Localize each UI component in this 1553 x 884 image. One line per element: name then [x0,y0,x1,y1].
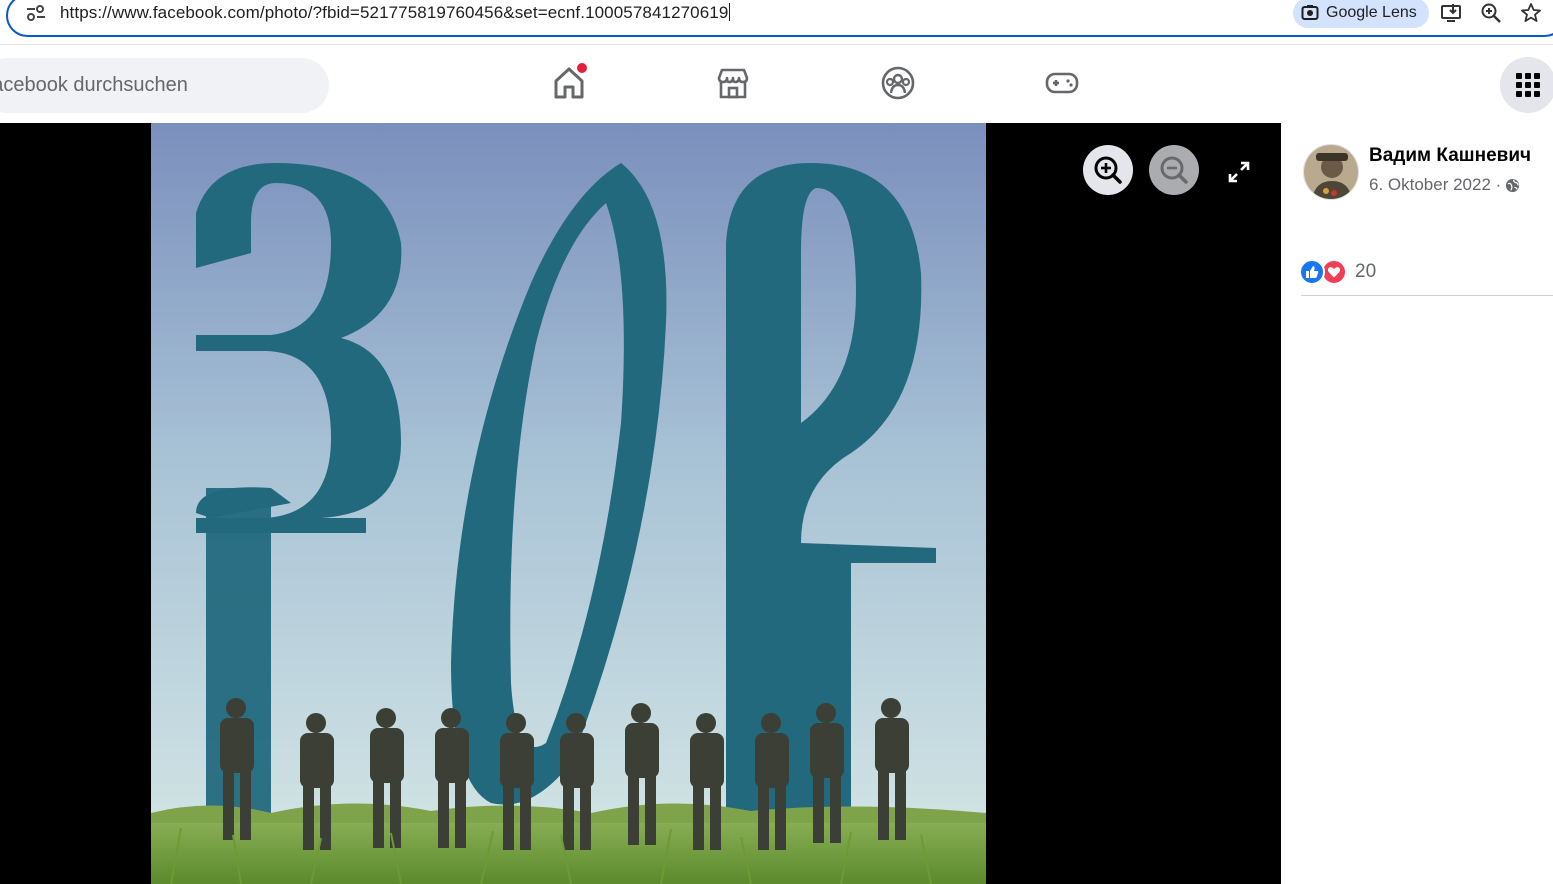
post-date-text[interactable]: 6. Oktober 2022 · [1369,175,1501,195]
zoom-out-button[interactable] [1149,145,1199,195]
reaction-count: 20 [1355,261,1377,282]
author-name[interactable]: Вадим Кашневич [1369,145,1531,167]
zoom-in-button[interactable] [1083,145,1133,195]
menu-grid-icon [1516,73,1540,97]
address-bar[interactable]: https://www.facebook.com/photo/?fbid=521… [6,0,1553,37]
notification-dot [577,63,587,73]
groups-icon [881,66,915,100]
google-lens-button[interactable]: Google Lens [1293,0,1429,28]
globe-icon [1506,178,1520,192]
avatar-image [1304,145,1358,199]
post-details-panel: Вадим Кашневич 6. Oktober 2022 · 20 [1281,123,1553,884]
tab-groups[interactable] [880,65,916,101]
tab-marketplace[interactable] [715,65,751,101]
reactions-summary[interactable]: 20 [1299,259,1376,285]
facebook-top-nav: Facebook durchsuchen [0,44,1553,123]
like-icon [1299,259,1325,285]
zoom-icon[interactable] [1480,2,1502,24]
zoom-out-icon [1160,156,1188,184]
google-lens-label: Google Lens [1326,4,1417,21]
tab-gaming[interactable] [1044,65,1080,101]
post-photo[interactable] [151,123,986,884]
site-info-icon[interactable] [26,4,46,22]
install-app-icon[interactable] [1440,2,1462,24]
marketplace-icon [717,68,749,99]
gaming-icon [1045,72,1079,94]
post-date: 6. Oktober 2022 · [1369,175,1520,195]
photo-image [151,123,986,884]
browser-toolbar: https://www.facebook.com/photo/?fbid=521… [0,0,1553,44]
avatar[interactable] [1303,144,1359,200]
menu-button[interactable] [1500,57,1553,113]
search-input[interactable]: Facebook durchsuchen [0,58,329,113]
bookmark-star-icon[interactable] [1520,2,1542,24]
photo-viewer [0,123,1281,884]
lens-icon [1301,5,1319,20]
tab-home[interactable] [551,63,587,101]
search-placeholder: Facebook durchsuchen [0,74,188,96]
url-text[interactable]: https://www.facebook.com/photo/?fbid=521… [60,3,731,23]
divider [1301,295,1553,296]
fullscreen-icon[interactable] [1226,159,1252,185]
zoom-in-icon [1094,156,1122,184]
